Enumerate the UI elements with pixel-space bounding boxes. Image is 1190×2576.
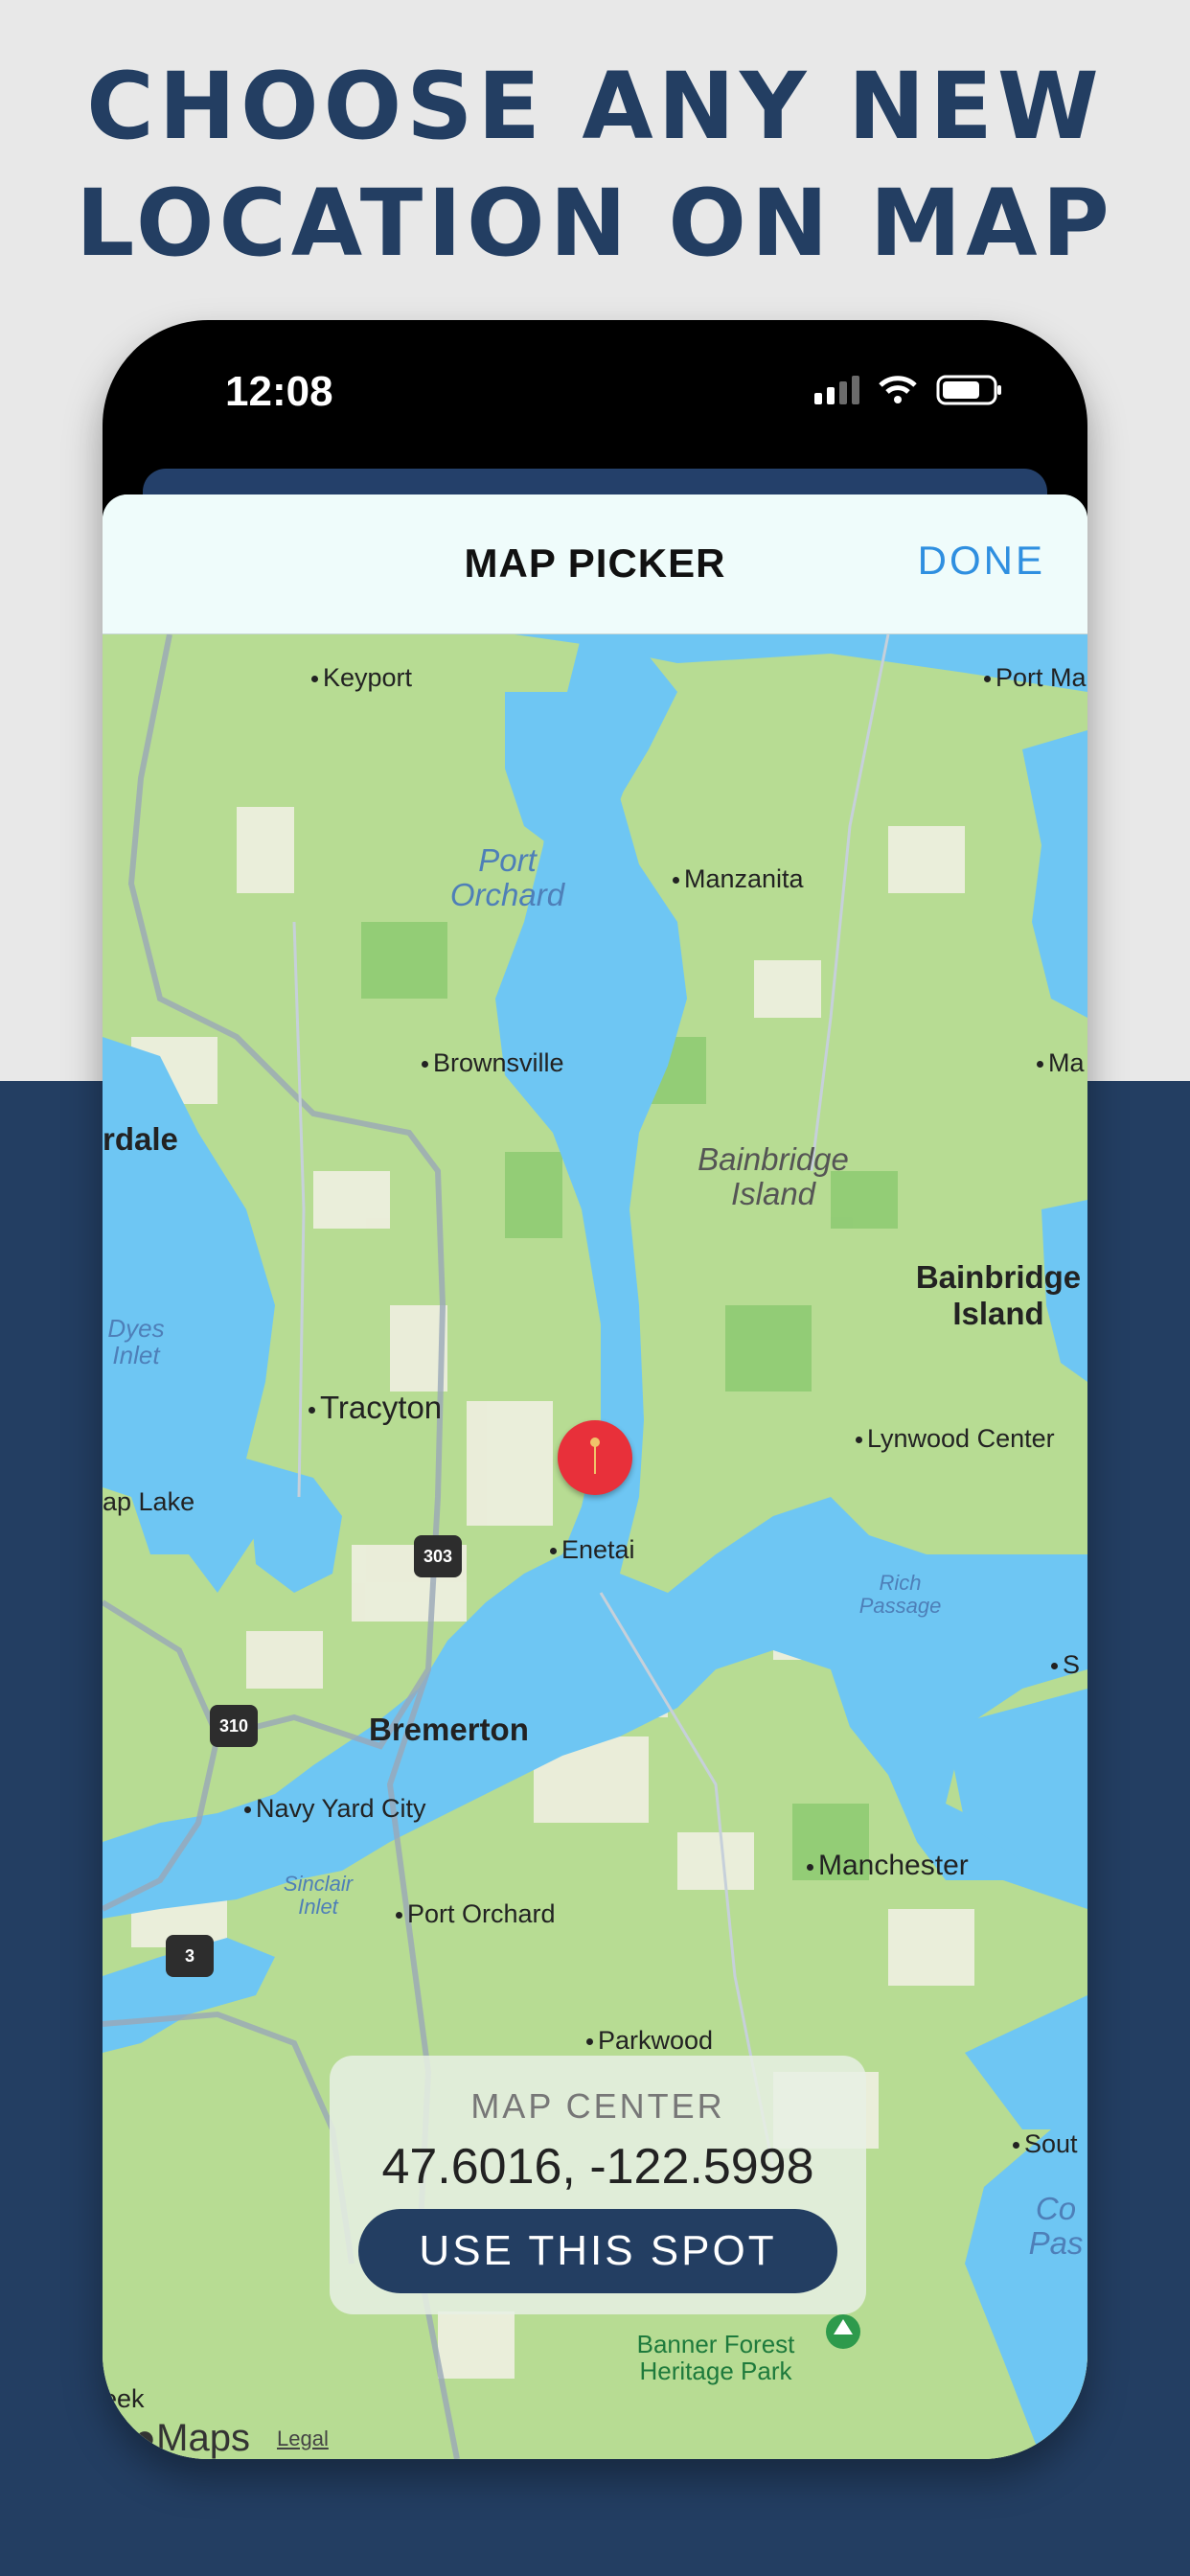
navigation-bar: MAP PICKER DONE [103, 494, 1087, 634]
label-banner-forest-heritage-park: Banner Forest Heritage Park [636, 2330, 795, 2385]
signal-icon [814, 376, 859, 404]
label-eek: eek [103, 2384, 145, 2413]
status-icons [814, 374, 1003, 406]
label-bainbridge-island-area: Bainbridge Island [698, 1141, 849, 1211]
label-bremerton: Bremerton [369, 1712, 529, 1747]
map-center-coordinates: 47.6016, -122.5998 [381, 2139, 814, 2195]
label-dyes-inlet: Dyes Inlet [107, 1314, 165, 1369]
label-keyport: Keyport [311, 663, 412, 693]
label-ap-lake: ap Lake [103, 1487, 195, 1516]
headline-line-2: LOCATION ON MAP [76, 170, 1114, 277]
label-rdale: rdale [103, 1121, 178, 1157]
label-co-edge: Co Pas [1028, 2191, 1084, 2261]
map-pin-icon [558, 1420, 632, 1495]
wifi-icon [879, 376, 917, 403]
apple-logo-icon: ● [133, 2417, 157, 2459]
map-center-label: MAP CENTER [470, 2086, 725, 2126]
label-port-orchard-city: Port Orchard [396, 1899, 556, 1929]
label-lynwood-center: Lynwood Center [856, 1424, 1055, 1454]
status-time: 12:08 [225, 368, 333, 415]
battery-icon [936, 375, 1001, 405]
label-rich-passage: Rich Passage [858, 1571, 942, 1618]
label-tracyton: Tracyton [309, 1390, 442, 1426]
headline: CHOOSE ANY NEW LOCATION ON MAP [0, 48, 1190, 282]
phone-frame: 12:08 MAP PICKER DONE Keyport Port Ma Po… [103, 320, 1087, 2459]
legal-link[interactable]: Legal [277, 2426, 329, 2451]
highway-shield-303: 303 [414, 1535, 462, 1577]
use-this-spot-button[interactable]: USE THIS SPOT [358, 2209, 837, 2293]
label-port-madison: Port Ma [984, 663, 1087, 693]
label-ma-edge: Ma [1037, 1048, 1085, 1078]
highway-shield-3: 3 [166, 1935, 214, 1977]
label-south-edge: Sout [1013, 2129, 1078, 2159]
label-manzanita: Manzanita [673, 864, 804, 894]
label-manchester: Manchester [807, 1850, 969, 1882]
label-bainbridge-island-city: Bainbridge Island [915, 1259, 1082, 1331]
label-brownsville: Brownsville [422, 1048, 564, 1078]
map-center-card: MAP CENTER 47.6016, -122.5998 USE THIS S… [330, 2056, 866, 2314]
label-port-orchard-bay: Port Orchard [449, 842, 565, 912]
done-button[interactable]: DONE [918, 538, 1045, 584]
maps-attribution: ●Maps [133, 2417, 250, 2459]
map-picker-sheet: MAP PICKER DONE Keyport Port Ma Port Orc… [103, 494, 1087, 2459]
label-sinclair-inlet: Sinclair Inlet [283, 1872, 354, 1919]
map-view[interactable]: Keyport Port Ma Port Orchard Manzanita B… [103, 634, 1087, 2459]
headline-line-1: CHOOSE ANY NEW [86, 53, 1104, 160]
highway-shield-310: 310 [210, 1705, 258, 1747]
label-parkwood: Parkwood [586, 2026, 713, 2056]
label-enetai: Enetai [550, 1535, 635, 1565]
label-navy-yard-city: Navy Yard City [244, 1794, 426, 1824]
label-s-edge: S [1051, 1650, 1080, 1680]
